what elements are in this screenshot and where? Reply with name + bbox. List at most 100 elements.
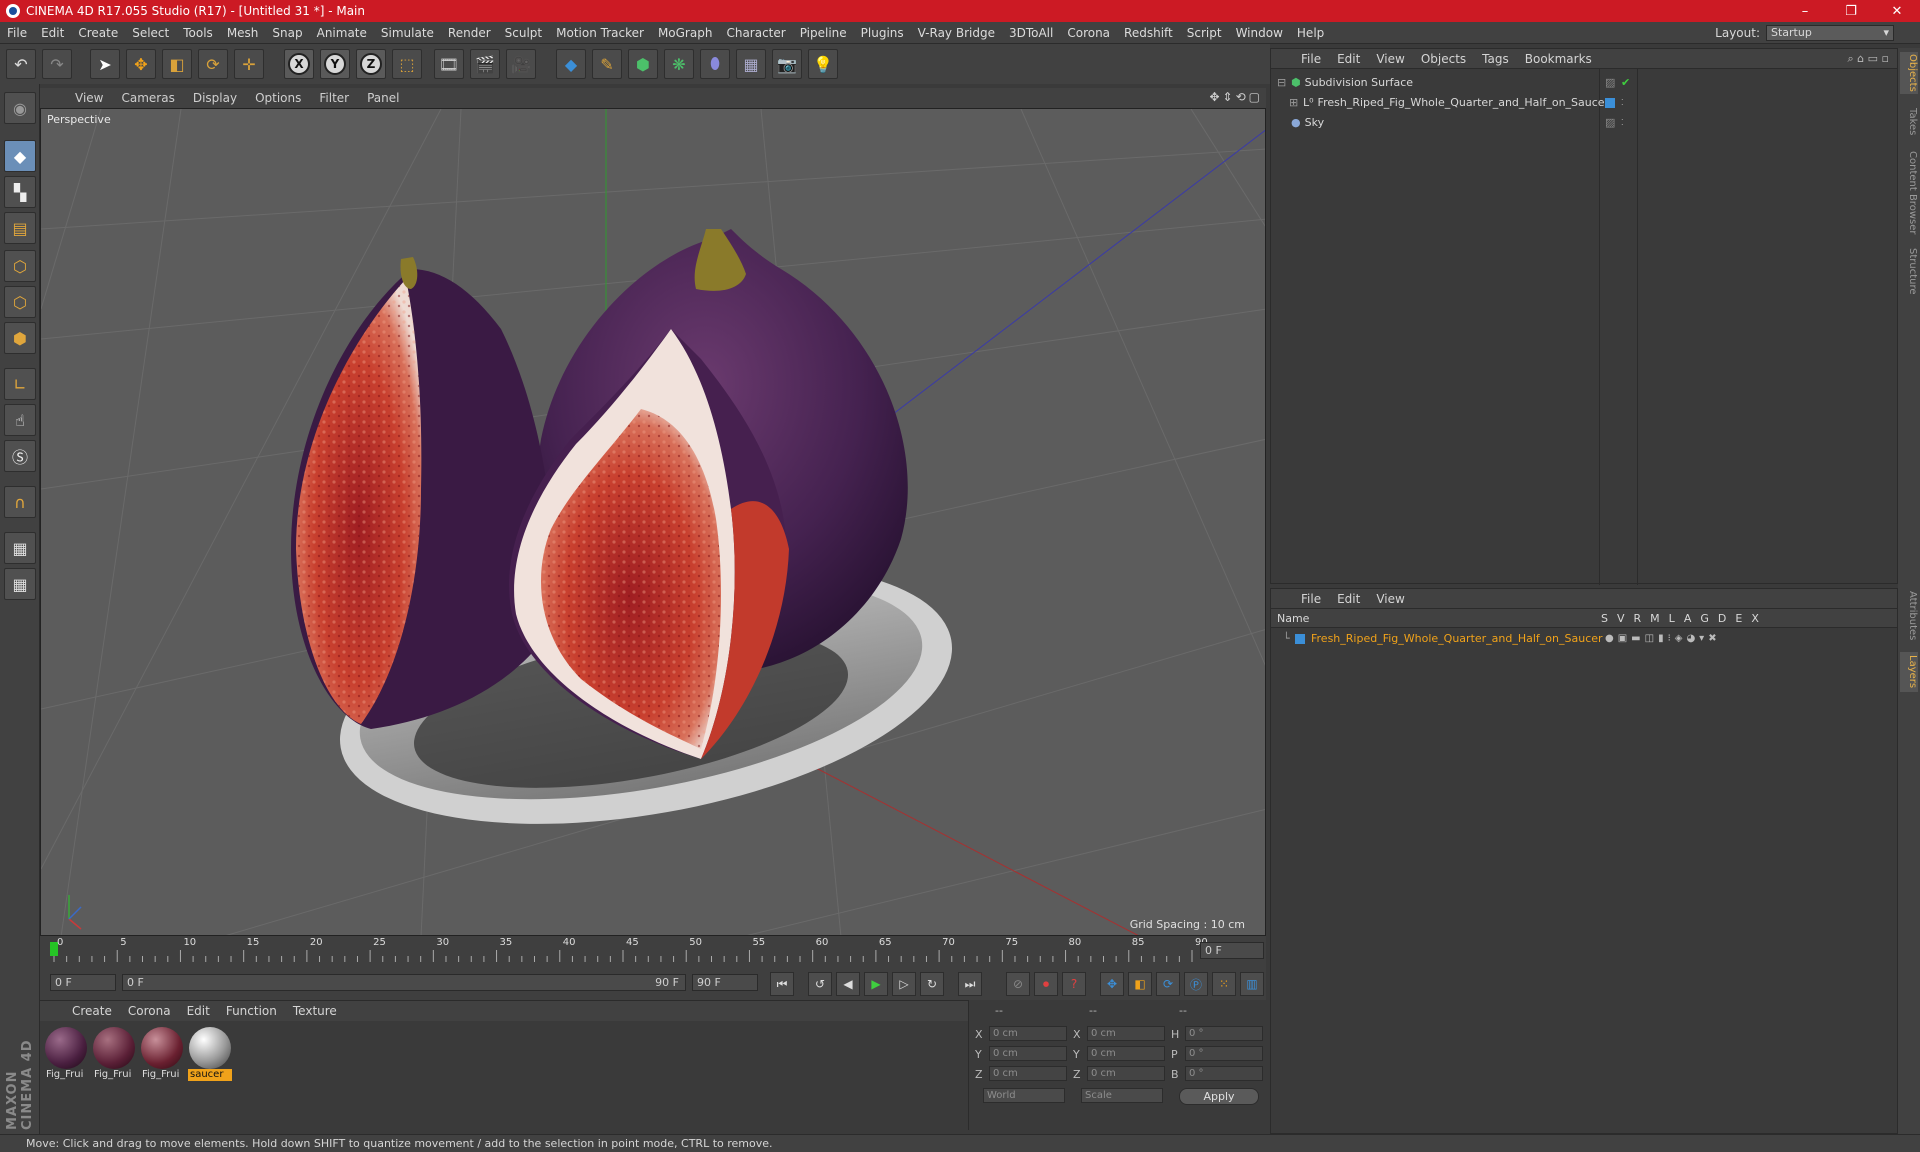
menu-help[interactable]: Help xyxy=(1290,26,1331,40)
scale-tool-icon[interactable]: ◧ xyxy=(162,49,192,79)
viewport-orbit-icon[interactable]: ⟲ xyxy=(1236,90,1246,104)
layer-col-x[interactable]: X xyxy=(1751,612,1759,625)
subdivision-surface-icon[interactable]: ⬢ xyxy=(628,49,658,79)
axis-mode-icon[interactable]: ∟ xyxy=(4,368,36,400)
size-z-field[interactable]: 0 cm xyxy=(1087,1066,1165,1081)
object-edit-tag-icon[interactable]: ▨ xyxy=(1605,76,1615,89)
magnet-icon[interactable]: ∩ xyxy=(4,486,36,518)
menu-corona[interactable]: Corona xyxy=(1060,26,1117,40)
minimize-button[interactable]: – xyxy=(1782,0,1828,22)
workplane-mode-icon[interactable]: ▤ xyxy=(4,212,36,244)
object-menu-file[interactable]: File xyxy=(1293,52,1329,66)
planar-workplane-icon[interactable]: ▦ xyxy=(4,568,36,600)
object-row-sky[interactable]: ● Sky ▨ ⁚ xyxy=(1271,113,1897,132)
next-key-icon[interactable]: ↻ xyxy=(920,972,944,996)
end-frame-field[interactable]: 90 F xyxy=(692,974,758,991)
expand-icon[interactable]: ⊞ xyxy=(1289,96,1299,109)
material-fig-2[interactable]: Fig_Frui xyxy=(92,1027,136,1083)
menu-simulate[interactable]: Simulate xyxy=(374,26,441,40)
undo-icon[interactable]: ↶ xyxy=(6,49,36,79)
viewport-menu-display[interactable]: Display xyxy=(184,91,246,105)
frame-range-slider[interactable]: 0 F 90 F xyxy=(122,974,686,991)
light-object-icon[interactable]: 💡 xyxy=(808,49,838,79)
viewport-maximize-icon[interactable]: ▢ xyxy=(1249,90,1260,104)
render-picture-viewer-icon[interactable]: 🎬 xyxy=(470,49,500,79)
object-manager-tools-icon[interactable]: ⌕ ⌂ ▭ ▫ xyxy=(1848,52,1889,66)
start-frame-field[interactable]: 0 F xyxy=(50,974,116,991)
menu-3dtoall[interactable]: 3DToAll xyxy=(1002,26,1060,40)
restore-button[interactable]: ❐ xyxy=(1828,0,1874,22)
key-pla-icon[interactable]: ⁙ xyxy=(1212,972,1236,996)
render-view-icon[interactable]: 🎞 xyxy=(434,49,464,79)
viewport-menu-filter[interactable]: Filter xyxy=(310,91,358,105)
material-menu-function[interactable]: Function xyxy=(218,1004,285,1018)
live-select-icon[interactable]: ✛ xyxy=(234,49,264,79)
layer-color-icon[interactable] xyxy=(1295,633,1305,644)
menu-script[interactable]: Script xyxy=(1180,26,1229,40)
position-x-field[interactable]: 0 cm xyxy=(989,1026,1067,1041)
material-menu-corona[interactable]: Corona xyxy=(120,1004,179,1018)
layer-color-icon[interactable] xyxy=(1605,97,1615,108)
size-y-field[interactable]: 0 cm xyxy=(1087,1046,1165,1061)
cube-primitive-icon[interactable]: ◆ xyxy=(556,49,586,79)
layer-row[interactable]: └ Fresh_Riped_Fig_Whole_Quarter_and_Half… xyxy=(1271,629,1897,648)
object-menu-bookmarks[interactable]: Bookmarks xyxy=(1517,52,1600,66)
layer-col-r[interactable]: R xyxy=(1634,612,1642,625)
axis-y-button[interactable]: Y xyxy=(320,49,350,79)
timeline-ruler[interactable]: 051015202530354045505560657075808590 0 F xyxy=(40,936,1266,966)
material-fig-1[interactable]: Fig_Frui xyxy=(44,1027,88,1083)
rotate-tool-icon[interactable]: ⟳ xyxy=(198,49,228,79)
apply-button[interactable]: Apply xyxy=(1179,1088,1259,1105)
menu-render[interactable]: Render xyxy=(441,26,498,40)
menu-plugins[interactable]: Plugins xyxy=(854,26,911,40)
layer-menu-view[interactable]: View xyxy=(1368,592,1412,606)
viewport-menu-view[interactable]: View xyxy=(66,91,112,105)
viewport-menu-panel[interactable]: Panel xyxy=(358,91,408,105)
close-button[interactable]: ✕ xyxy=(1874,0,1920,22)
tab-attributes[interactable]: Attributes xyxy=(1900,588,1918,644)
tab-content-browser[interactable]: Content Browser xyxy=(1900,148,1918,238)
next-frame-icon[interactable]: ▷ xyxy=(892,972,916,996)
menu-snap[interactable]: Snap xyxy=(265,26,309,40)
viewport-menu-options[interactable]: Options xyxy=(246,91,310,105)
go-to-end-icon[interactable]: ⏭ xyxy=(958,972,982,996)
tweak-mode-icon[interactable]: ☝ xyxy=(4,404,36,436)
key-parameter-icon[interactable]: Ⓟ xyxy=(1184,972,1208,996)
make-editable-icon[interactable]: ◉ xyxy=(4,92,36,124)
visibility-dots-icon[interactable]: ⁚ xyxy=(1621,118,1624,127)
layer-col-l[interactable]: L xyxy=(1669,612,1675,625)
workplane-lock-icon[interactable]: ▦ xyxy=(4,532,36,564)
material-menu-edit[interactable]: Edit xyxy=(179,1004,218,1018)
axis-x-button[interactable]: X xyxy=(284,49,314,79)
layer-menu-edit[interactable]: Edit xyxy=(1329,592,1368,606)
array-generator-icon[interactable]: ❋ xyxy=(664,49,694,79)
viewport-pan-icon[interactable]: ✥ xyxy=(1209,90,1219,104)
object-row-fig[interactable]: ⊞ L⁰ Fresh_Riped_Fig_Whole_Quarter_and_H… xyxy=(1271,93,1897,112)
menu-v-ray-bridge[interactable]: V-Ray Bridge xyxy=(911,26,1002,40)
snap-icon[interactable]: Ⓢ xyxy=(4,440,36,472)
key-position-icon[interactable]: ✥ xyxy=(1100,972,1124,996)
menu-motion-tracker[interactable]: Motion Tracker xyxy=(549,26,651,40)
model-mode-icon[interactable]: ◆ xyxy=(4,140,36,172)
layer-col-a[interactable]: A xyxy=(1684,612,1692,625)
autokey-icon[interactable]: ⏺ xyxy=(1034,972,1058,996)
viewport-menu-cameras[interactable]: Cameras xyxy=(112,91,183,105)
layer-col-m[interactable]: M xyxy=(1650,612,1660,625)
go-to-start-icon[interactable]: ⏮ xyxy=(770,972,794,996)
rotation-b-field[interactable]: 0 ° xyxy=(1185,1066,1263,1081)
menu-select[interactable]: Select xyxy=(125,26,176,40)
material-saucer[interactable]: saucer xyxy=(188,1027,232,1083)
menu-edit[interactable]: Edit xyxy=(34,26,71,40)
menu-sculpt[interactable]: Sculpt xyxy=(498,26,549,40)
menu-file[interactable]: File xyxy=(0,26,34,40)
menu-create[interactable]: Create xyxy=(71,26,125,40)
menu-pipeline[interactable]: Pipeline xyxy=(793,26,854,40)
object-menu-view[interactable]: View xyxy=(1368,52,1412,66)
edges-mode-icon[interactable]: ⬡ xyxy=(4,286,36,318)
floor-object-icon[interactable]: ▦ xyxy=(736,49,766,79)
redo-icon[interactable]: ↷ xyxy=(42,49,72,79)
keyframe-selection-icon[interactable]: ? xyxy=(1062,972,1086,996)
camera-object-icon[interactable]: 📷 xyxy=(772,49,802,79)
layer-col-s[interactable]: S xyxy=(1601,612,1608,625)
render-settings-icon[interactable]: 🎥 xyxy=(506,49,536,79)
